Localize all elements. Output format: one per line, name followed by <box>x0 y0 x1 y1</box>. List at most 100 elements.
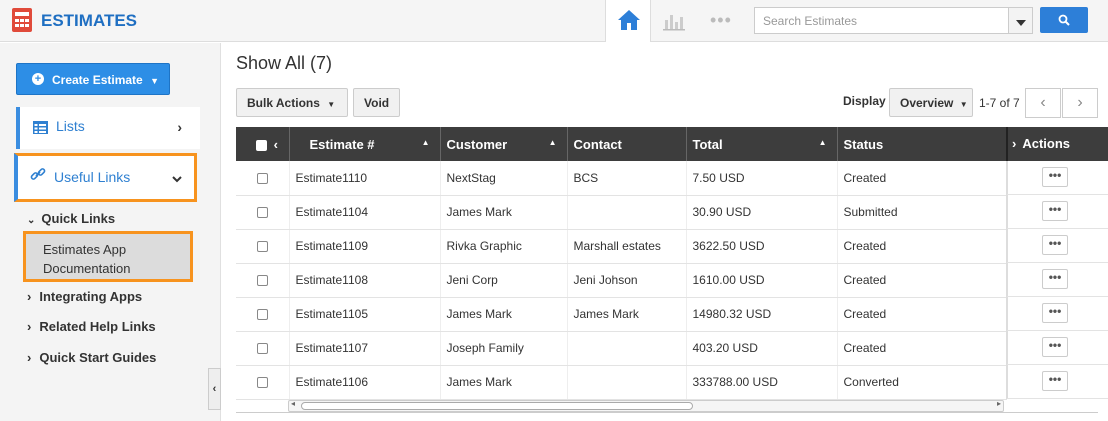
row-actions-cell: ••• <box>1006 365 1108 399</box>
chevron-down-icon: ⌄ <box>27 215 36 226</box>
column-header-customer[interactable]: Customer ▲ <box>440 127 568 161</box>
search-button[interactable] <box>1040 7 1088 33</box>
row-checkbox[interactable] <box>257 207 268 219</box>
total-cell: 3622.50 USD <box>686 229 838 264</box>
table-row[interactable]: Estimate1105 James Mark James Mark 14980.32… <box>236 297 1007 332</box>
collapse-sidebar-button[interactable]: ‹ <box>208 368 221 410</box>
total-cell: 7.50 USD <box>686 161 838 196</box>
sidebar-link-related-help[interactable]: › Related Help Links <box>27 319 156 334</box>
bulk-actions-button[interactable]: Bulk Actions ▼ <box>236 88 348 117</box>
row-actions-cell: ••• <box>1006 195 1108 229</box>
scroll-right-icon[interactable]: ▸ <box>997 399 1001 408</box>
row-checkbox[interactable] <box>257 241 268 253</box>
caret-down-icon: ▼ <box>959 100 968 109</box>
contact-cell: BCS <box>567 161 687 196</box>
row-checkbox[interactable] <box>257 309 268 321</box>
row-checkbox[interactable] <box>257 275 268 287</box>
sidebar-item-label: Useful Links <box>54 169 131 185</box>
row-checkbox[interactable] <box>257 343 268 355</box>
next-page-button[interactable]: › <box>1062 88 1098 118</box>
actions-column: › Actions ••• ••• ••• ••• ••• ••• ••• <box>1006 127 1108 399</box>
row-actions-button[interactable]: ••• <box>1042 303 1068 323</box>
status-cell: Created <box>837 161 1007 196</box>
row-actions-button[interactable]: ••• <box>1042 371 1068 391</box>
estimate-number-cell: Estimate1104 <box>289 195 441 230</box>
display-value: Overview <box>900 96 954 110</box>
quick-links-toggle[interactable]: ⌄ Quick Links <box>27 211 115 226</box>
row-actions-cell: ••• <box>1006 331 1108 365</box>
sidebar-item-useful-links[interactable]: Useful Links <box>14 153 197 202</box>
table-row[interactable]: Estimate1106 James Mark 333788.00 USD Conve… <box>236 365 1007 400</box>
sort-icon: ▲ <box>421 138 430 147</box>
display-label: Display <box>843 94 886 108</box>
row-actions-cell: ••• <box>1006 297 1108 331</box>
column-header-estimate[interactable]: Estimate # ▲ <box>289 127 441 161</box>
column-header-total[interactable]: Total ▲ <box>686 127 838 161</box>
table-row[interactable]: Estimate1104 James Mark 30.90 USD Submitted <box>236 195 1007 230</box>
sidebar-item-lists[interactable]: Lists › <box>16 107 200 149</box>
quick-links-title: Quick Links <box>41 211 116 226</box>
quick-link-estimates-documentation[interactable]: Estimates App Documentation <box>23 231 193 282</box>
row-checkbox[interactable] <box>257 173 268 185</box>
chevron-left-icon: ‹ <box>1040 94 1046 111</box>
total-cell: 30.90 USD <box>686 195 838 230</box>
list-icon <box>33 121 48 134</box>
column-header-contact[interactable]: Contact <box>567 127 687 161</box>
row-select-cell <box>236 229 290 264</box>
select-all-checkbox[interactable] <box>256 139 267 151</box>
total-cell: 14980.32 USD <box>686 297 838 332</box>
horizontal-scrollbar[interactable]: ◂ ▸ <box>288 399 1004 412</box>
sidebar-link-label: Quick Start Guides <box>39 350 157 365</box>
calculator-icon <box>12 8 32 32</box>
collapse-columns-icon[interactable]: ‹ <box>274 137 278 152</box>
customer-cell: James Mark <box>440 297 568 332</box>
chevron-right-icon: › <box>27 289 32 304</box>
status-cell: Converted <box>837 365 1007 400</box>
search-input[interactable]: Search Estimates <box>754 7 1009 34</box>
sidebar-link-quick-start[interactable]: › Quick Start Guides <box>27 350 156 365</box>
row-actions-button[interactable]: ••• <box>1042 235 1068 255</box>
chevron-right-icon: › <box>177 119 182 135</box>
row-select-cell <box>236 263 290 298</box>
home-tab[interactable] <box>605 0 651 42</box>
void-button[interactable]: Void <box>353 88 400 117</box>
table-row[interactable]: Estimate1108 Jeni Corp Jeni Johson 1610.00 … <box>236 263 1007 298</box>
scroll-left-icon[interactable]: ◂ <box>291 399 295 408</box>
search-dropdown[interactable] <box>1009 7 1033 34</box>
caret-down-icon: ▼ <box>150 76 159 86</box>
status-cell: Created <box>837 297 1007 332</box>
more-icon[interactable]: ••• <box>710 10 732 31</box>
chart-icon[interactable] <box>662 11 686 31</box>
scrollbar-thumb[interactable] <box>301 402 693 410</box>
display-select[interactable]: Overview ▼ <box>889 88 973 117</box>
row-actions-button[interactable]: ••• <box>1042 337 1068 357</box>
row-select-cell <box>236 331 290 366</box>
divider <box>236 412 1098 413</box>
table-header-row: ‹ Estimate # ▲ Customer ▲ Contact Total ▲ S… <box>236 127 1007 161</box>
contact-cell: Jeni Johson <box>567 263 687 298</box>
table-row[interactable]: Estimate1110 NextStag BCS 7.50 USD Created <box>236 161 1007 196</box>
row-actions-button[interactable]: ••• <box>1042 167 1068 187</box>
row-actions-button[interactable]: ••• <box>1042 201 1068 221</box>
total-cell: 403.20 USD <box>686 331 838 366</box>
customer-cell: James Mark <box>440 365 568 400</box>
table-row[interactable]: Estimate1107 Joseph Family 403.20 USD Creat… <box>236 331 1007 366</box>
customer-cell: James Mark <box>440 195 568 230</box>
estimate-number-cell: Estimate1108 <box>289 263 441 298</box>
table-row[interactable]: Estimate1109 Rivka Graphic Marshall estate… <box>236 229 1007 264</box>
sort-icon: ▲ <box>548 138 557 147</box>
row-actions-button[interactable]: ••• <box>1042 269 1068 289</box>
row-checkbox[interactable] <box>257 377 268 389</box>
total-cell: 333788.00 USD <box>686 365 838 400</box>
estimate-number-cell: Estimate1106 <box>289 365 441 400</box>
estimate-number-cell: Estimate1105 <box>289 297 441 332</box>
chevron-right-icon: › <box>1012 136 1017 151</box>
prev-page-button[interactable]: ‹ <box>1025 88 1061 118</box>
column-header-status[interactable]: Status <box>837 127 1007 161</box>
contact-cell <box>567 365 687 400</box>
estimates-table: ‹ Estimate # ▲ Customer ▲ Contact Total ▲ S… <box>236 127 1007 400</box>
quick-link-line2: Documentation <box>43 261 131 276</box>
create-estimate-button[interactable]: + Create Estimate ▼ <box>16 63 170 95</box>
sidebar-link-integrating-apps[interactable]: › Integrating Apps <box>27 289 142 304</box>
page-title: Show All (7) <box>236 53 333 73</box>
